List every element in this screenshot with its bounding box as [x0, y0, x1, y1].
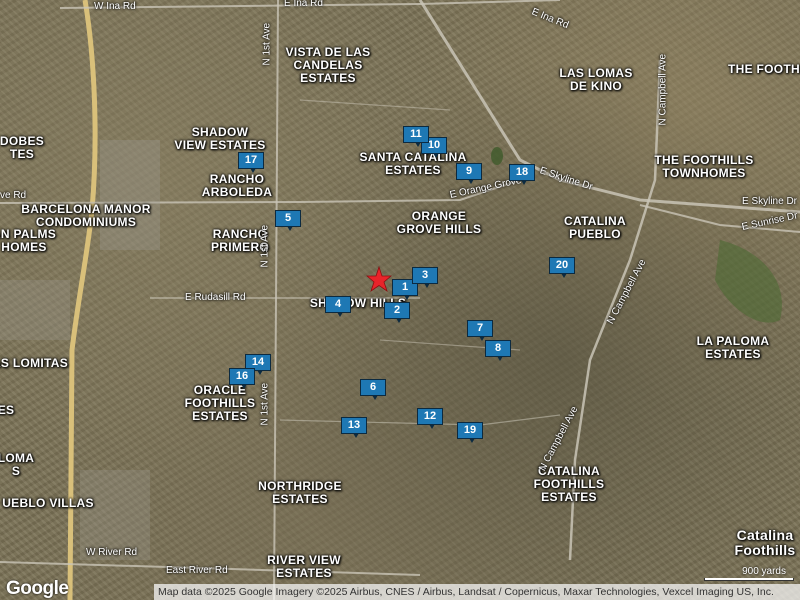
area-label-catalina-pueblo: CATALINA PUEBLO: [564, 214, 626, 241]
area-label-pueblo-villas: UEBLO VILLAS: [2, 496, 94, 510]
road-label-w-ina-rd: W Ina Rd: [94, 1, 136, 12]
area-label-vista-de-las-candelas: VISTA DE LAS CANDELAS ESTATES: [285, 45, 371, 85]
scale-line: [704, 578, 794, 581]
map-marker[interactable]: 2: [384, 302, 410, 324]
road-label-e-skyline-dr-right: E Skyline Dr: [742, 196, 798, 207]
map-marker[interactable]: 13: [341, 417, 367, 439]
road-label-e-ina-rd: E Ina Rd: [284, 0, 323, 9]
marker-label: 7: [467, 320, 493, 337]
marker-label: 13: [341, 417, 367, 434]
map-attribution[interactable]: Map data ©2025 Google Imagery ©2025 Airb…: [154, 584, 800, 600]
marker-label: 19: [457, 422, 483, 439]
road-label-n-1st-ave-top: N 1st Ave: [261, 22, 273, 66]
road-label-east-river-rd: East River Rd: [166, 565, 228, 576]
map-marker[interactable]: 17: [238, 152, 264, 174]
map-marker[interactable]: 11: [403, 126, 429, 148]
marker-label: 5: [275, 210, 301, 227]
area-label-loma: LOMA S: [0, 451, 35, 478]
map-marker[interactable]: 5: [275, 210, 301, 232]
marker-label: 9: [456, 163, 482, 180]
marker-label: 4: [325, 296, 351, 313]
marker-label: 6: [360, 379, 386, 396]
area-label-catalina-foothills: Catalina Foothills: [734, 527, 796, 558]
star-icon[interactable]: [366, 266, 392, 292]
road-label-n-campbell-ave-top: N Campbell Ave: [657, 53, 669, 126]
area-label-dobes: DOBES TES: [0, 134, 45, 161]
road-label-n-1st-ave-low: N 1st Ave: [259, 382, 271, 426]
map-marker[interactable]: 18: [509, 164, 535, 186]
area-label-the-foothills-townhomes: THE FOOTHILLS TOWNHOMES: [654, 153, 754, 180]
map-marker[interactable]: 20: [549, 257, 575, 279]
area-label-orange-grove-hills: ORANGE GROVE HILLS: [396, 209, 482, 236]
area-label-as-lomitas: AS LOMITAS: [0, 356, 69, 370]
area-label-an-palms: AN PALMS HOMES: [0, 227, 57, 254]
satellite-map[interactable]: VISTA DE LAS CANDELAS ESTATES LAS LOMAS …: [0, 0, 800, 600]
road-label-ve-rd: ve Rd: [0, 190, 27, 201]
area-label-barcelona-manor: BARCELONA MANOR CONDOMINIUMS: [21, 202, 151, 229]
marker-label: 8: [485, 340, 511, 357]
google-logo: Google: [6, 578, 69, 599]
marker-label: 11: [403, 126, 429, 143]
road-label-w-river-rd: W River Rd: [86, 547, 138, 558]
map-marker[interactable]: 12: [417, 408, 443, 430]
map-marker[interactable]: 4: [325, 296, 351, 318]
scale-label: 900 yards: [742, 566, 786, 577]
marker-label: 3: [412, 267, 438, 284]
road-label-n-1st-ave-mid: N 1st Ave: [259, 224, 271, 268]
area-label-the-footh: THE FOOTH: [727, 62, 800, 76]
map-marker[interactable]: 6: [360, 379, 386, 401]
map-marker[interactable]: 19: [457, 422, 483, 444]
area-label-shadow-view-estates: SHADOW VIEW ESTATES: [174, 125, 266, 152]
area-label-las-lomas-de-kino: LAS LOMAS DE KINO: [559, 66, 633, 93]
marker-label: 17: [238, 152, 264, 169]
marker-label: 2: [384, 302, 410, 319]
area-label-northridge-estates: NORTHRIDGE ESTATES: [258, 479, 342, 506]
marker-label: 12: [417, 408, 443, 425]
marker-label: 20: [549, 257, 575, 274]
map-marker[interactable]: 3: [412, 267, 438, 289]
map-marker[interactable]: 8: [485, 340, 511, 362]
map-marker[interactable]: 7: [467, 320, 493, 342]
area-label-santa-catalina-estates: SANTA CATALINA ESTATES: [359, 150, 467, 177]
map-marker[interactable]: 16: [229, 368, 255, 390]
area-label-la-paloma-estates: LA PALOMA ESTATES: [696, 334, 770, 361]
area-label-es: ES: [0, 403, 15, 417]
area-label-river-view-estates: RIVER VIEW ESTATES: [267, 553, 341, 580]
area-label-rancho-arboleda: RANCHO ARBOLEDA: [201, 172, 273, 199]
map-marker[interactable]: 9: [456, 163, 482, 185]
road-label-e-rudasill-rd: E Rudasill Rd: [185, 292, 246, 303]
marker-label: 18: [509, 164, 535, 181]
marker-label: 16: [229, 368, 255, 385]
scale-bar[interactable]: 900 yards: [700, 566, 796, 581]
